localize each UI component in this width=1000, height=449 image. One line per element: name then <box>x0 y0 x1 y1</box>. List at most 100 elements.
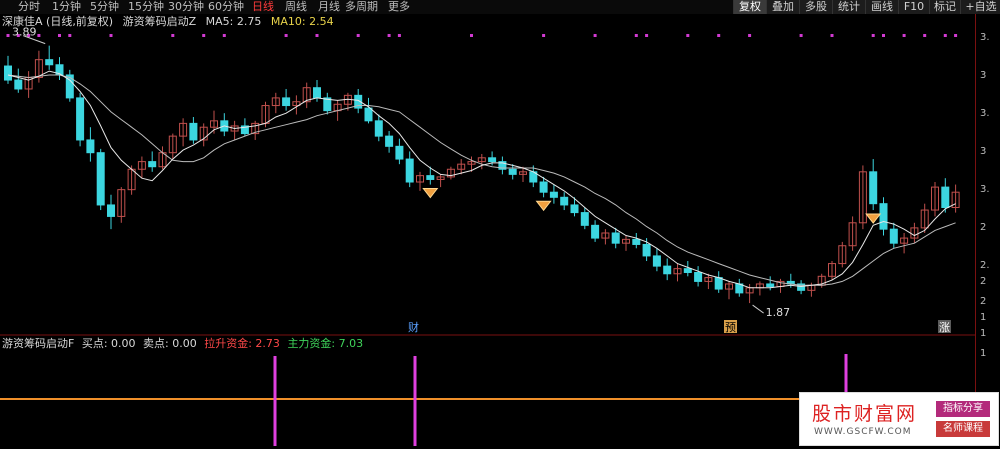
event-marker-yu: 预 <box>725 321 736 334</box>
timeframe-5[interactable]: 60分钟 <box>208 0 244 14</box>
period-toolbar: 分时 1分钟 5分钟 15分钟 30分钟 60分钟 日线 周线 月线 多周期 更多 复权 叠加 多股 统计画… <box>0 0 1000 14</box>
candle-body <box>508 168 517 175</box>
price-axis: 3. 3 3. 3 3. 2 2. 2 2 1 1 1 <box>975 14 1000 446</box>
signal-dot <box>387 34 391 37</box>
axis-tick-label: 2 <box>980 222 987 233</box>
candle-body <box>632 238 641 245</box>
signal-dot <box>954 34 958 37</box>
axis-tick-label: 3. <box>980 32 990 43</box>
signal-dot <box>943 34 947 37</box>
main-chart-panel[interactable]: 深康佳A (日线,前复权) 游资筹码启动Z MA5: 2.75 MA10: 2.… <box>0 14 975 336</box>
signal-dot <box>315 34 319 37</box>
candle-body <box>14 79 23 90</box>
candle-body <box>405 158 414 183</box>
candle-body <box>282 97 291 107</box>
candle-body <box>683 268 692 273</box>
candle-body <box>766 283 775 288</box>
timeframe-6[interactable]: 日线 <box>252 0 274 14</box>
candle-body <box>591 224 600 239</box>
signal-dot <box>222 34 226 37</box>
toolbar-button-4[interactable]: 画线 <box>865 0 898 14</box>
ma10-value: MA10: 2.54 <box>270 15 334 28</box>
signal-dot <box>902 34 906 37</box>
timeframe-2[interactable]: 5分钟 <box>90 0 119 14</box>
candle-body <box>96 152 105 206</box>
signal-dot <box>717 34 721 37</box>
toolbar-button-7[interactable]: +自选 <box>960 0 1000 14</box>
gem-marker-icon <box>535 200 552 212</box>
sub-indicator-name: 游资筹码启动F <box>2 337 75 350</box>
signal-dot <box>109 34 113 37</box>
toolbar-button-3[interactable]: 统计 <box>832 0 865 14</box>
signal-dot <box>748 34 752 37</box>
signal-dot <box>634 34 638 37</box>
toolbar-button-1[interactable]: 叠加 <box>766 0 799 14</box>
axis-tick-label: 3. <box>980 184 990 195</box>
signal-dot <box>686 34 690 37</box>
candle-body <box>76 97 85 141</box>
watermark-logo: 股市财富网 WWW.GSCFW.COM 指标分享 名师课程 <box>799 392 999 446</box>
candle-body <box>395 145 404 160</box>
signal-dot <box>882 34 885 37</box>
candlestick-chart[interactable]: 3.891.87财预涨 <box>0 14 975 336</box>
candle-body <box>611 232 620 244</box>
candle-body <box>45 59 54 66</box>
ma5-value: MA5: 2.75 <box>205 15 262 28</box>
candle-body <box>189 122 198 141</box>
signal-dot <box>542 34 546 37</box>
event-marker-cai: 财 <box>408 320 419 334</box>
candle-body <box>879 203 888 230</box>
toolbar-button-2[interactable]: 多股 <box>799 0 832 14</box>
event-marker-zhang: 涨 <box>939 321 950 334</box>
axis-tick-label: 2. <box>980 260 990 271</box>
timeframe-4[interactable]: 30分钟 <box>168 0 204 14</box>
signal-dot <box>37 34 41 37</box>
candle-body <box>663 265 672 275</box>
signal-dot <box>470 34 473 37</box>
timeframe-1[interactable]: 1分钟 <box>52 0 81 14</box>
signal-dot <box>593 34 597 37</box>
axis-tick-label: 1 <box>980 328 987 339</box>
timeframe-3[interactable]: 15分钟 <box>128 0 164 14</box>
candle-body <box>889 228 898 244</box>
signal-dot <box>923 34 927 37</box>
timeframe-9[interactable]: 多周期 <box>345 0 378 14</box>
signal-dot <box>202 34 206 37</box>
indicator-name: 游资筹码启动Z <box>122 15 197 28</box>
candle-body <box>570 204 579 214</box>
signal-dot <box>645 34 649 37</box>
candle-body <box>426 175 435 180</box>
lift-fund-value: 拉升资金: 2.73 <box>204 337 280 350</box>
timeframe-8[interactable]: 月线 <box>318 0 340 14</box>
ma5-line <box>7 70 956 289</box>
candle-body <box>560 196 569 206</box>
signal-dot <box>171 34 175 37</box>
candle-body <box>385 135 394 147</box>
toolbar-button-0[interactable]: 复权 <box>733 0 766 14</box>
timeframe-10[interactable]: 更多 <box>388 0 410 14</box>
signal-dot <box>799 34 803 37</box>
candle-body <box>580 212 589 226</box>
gem-marker-icon <box>422 188 439 199</box>
buy-point-value: 买点: 0.00 <box>81 337 136 350</box>
gem-marker-icon <box>865 213 882 224</box>
signal-dot <box>871 34 875 37</box>
signal-dot <box>58 34 61 37</box>
timeframe-0[interactable]: 分时 <box>18 0 40 14</box>
candle-body <box>642 243 651 257</box>
toolbar-button-6[interactable]: 标记 <box>929 0 960 14</box>
axis-tick-label: 1 <box>980 312 987 323</box>
sub-axis-tick-label: 1 <box>980 348 987 359</box>
timeframe-7[interactable]: 周线 <box>285 0 307 14</box>
toolbar-button-5[interactable]: F10 <box>898 0 929 14</box>
signal-dot <box>284 34 288 37</box>
candle-body <box>374 120 383 137</box>
axis-tick-label: 2 <box>980 276 987 287</box>
candle-body <box>148 161 157 168</box>
candle-body <box>4 65 12 81</box>
axis-tick-label: 3. <box>980 108 990 119</box>
candle-body <box>869 171 878 205</box>
stock-name: 深康佳A (日线,前复权) <box>2 15 114 28</box>
candle-body <box>488 157 497 163</box>
signal-dot <box>830 34 834 37</box>
